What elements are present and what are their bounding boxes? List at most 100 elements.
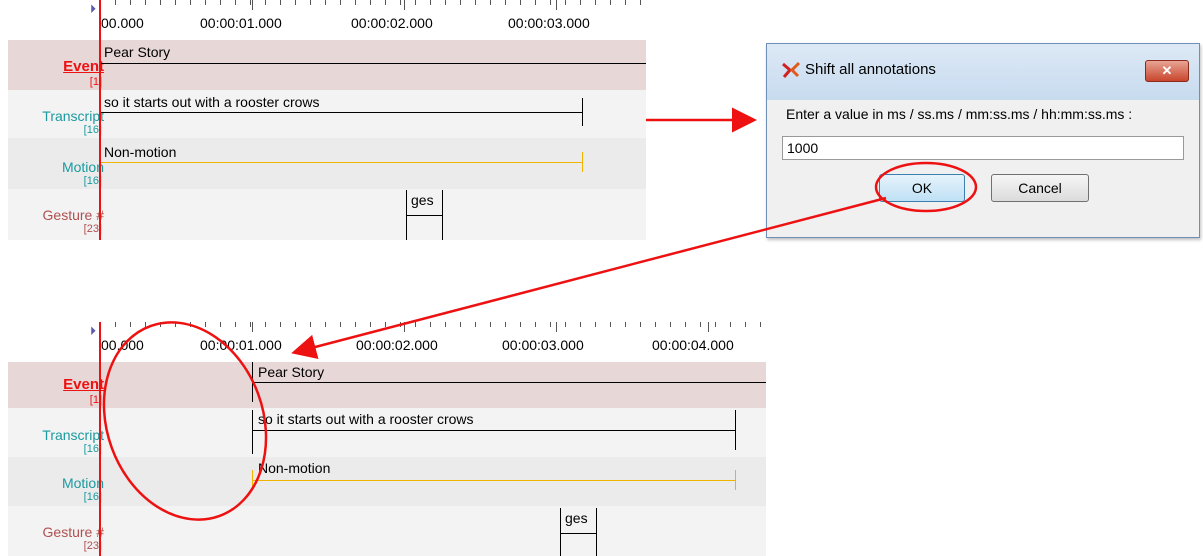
ruler-major-tick: [708, 322, 709, 332]
annotation-transcript[interactable]: so it starts out with a rooster crows: [104, 94, 320, 110]
ruler-tick: [610, 322, 611, 327]
ruler-tick: [235, 322, 236, 327]
tier-name-event[interactable]: Event: [8, 58, 104, 75]
ruler-tick: [430, 0, 431, 5]
ruler-tick: [610, 0, 611, 5]
ruler-tick: [415, 0, 416, 5]
ruler-label: 00:00:03.000: [502, 337, 584, 353]
ruler-tick: [325, 0, 326, 5]
annotation-boundary: [582, 98, 583, 126]
ruler-tick: [145, 0, 146, 5]
annotation-line: [560, 533, 597, 534]
ruler-tick: [385, 322, 386, 327]
ruler-tick: [190, 0, 191, 5]
ruler-tick: [430, 322, 431, 327]
ruler-label: 00:00:02.000: [351, 15, 433, 31]
crosshair-marker-icon[interactable]: ⏵: [90, 324, 96, 339]
ruler-tick: [400, 0, 401, 5]
ruler-tick: [265, 322, 266, 327]
tier-name-motion[interactable]: Motion: [8, 159, 104, 175]
annotation-line: [252, 430, 736, 431]
annotation-gesture[interactable]: ges: [411, 192, 434, 208]
tier-name-gesture[interactable]: Gesture #: [8, 207, 104, 223]
ruler-tick: [250, 322, 251, 327]
ruler-tick: [595, 0, 596, 5]
ruler-tick: [175, 0, 176, 5]
event-row[interactable]: [8, 362, 766, 408]
ruler-tick: [280, 322, 281, 327]
ruler-tick: [295, 322, 296, 327]
ruler-tick: [340, 322, 341, 327]
tier-name-transcript[interactable]: Transcript: [8, 108, 104, 124]
ruler-tick: [730, 322, 731, 327]
ruler-tick: [355, 0, 356, 5]
ruler-tick: [220, 322, 221, 327]
ruler-tick: [550, 322, 551, 327]
ruler-label: 00:00:02.000: [356, 337, 438, 353]
ruler-tick: [310, 322, 311, 327]
annotation-transcript[interactable]: so it starts out with a rooster crows: [258, 411, 474, 427]
ruler-tick: [130, 322, 131, 327]
ruler-tick: [130, 0, 131, 5]
annotation-motion[interactable]: Non-motion: [104, 144, 176, 160]
ruler-tick: [385, 0, 386, 5]
ruler-tick: [325, 322, 326, 327]
cancel-button[interactable]: Cancel: [991, 174, 1089, 202]
annotation-line: [252, 480, 736, 481]
ruler-tick: [745, 322, 746, 327]
ruler-tick: [445, 322, 446, 327]
ruler-tick: [160, 0, 161, 5]
ruler-label: 00:00:01.000: [200, 337, 282, 353]
annotation-event[interactable]: Pear Story: [104, 44, 170, 60]
ruler-tick: [505, 322, 506, 327]
ruler-tick: [160, 322, 161, 327]
ruler-tick: [520, 0, 521, 5]
ruler-tick: [595, 322, 596, 327]
shift-value-input[interactable]: 1000: [782, 136, 1184, 160]
ok-button[interactable]: OK: [879, 174, 965, 202]
top-time-ruler[interactable]: ⏵ 00.000 00:00:01.000 00:00:02.000 00:00…: [8, 0, 646, 40]
ruler-tick: [445, 0, 446, 5]
ruler-tick: [205, 0, 206, 5]
tier-name-gesture[interactable]: Gesture #: [8, 524, 104, 540]
ruler-tick: [460, 322, 461, 327]
ruler-tick: [580, 322, 581, 327]
ruler-tick: [580, 0, 581, 5]
ruler-tick: [640, 0, 641, 5]
gesture-row[interactable]: [8, 506, 766, 556]
bottom-time-ruler[interactable]: ⏵ 00.000 00:00:01.000 00:00:02.000 00:00…: [8, 322, 766, 362]
annotation-line: [252, 382, 766, 383]
tier-name-event[interactable]: Event: [8, 376, 104, 393]
ruler-tick: [415, 322, 416, 327]
ruler-tick: [625, 322, 626, 327]
ruler-tick: [460, 0, 461, 5]
ruler-tick: [205, 322, 206, 327]
ruler-label: 00:00:04.000: [652, 337, 734, 353]
dialog-prompt: Enter a value in ms / ss.ms / mm:ss.ms /…: [786, 106, 1133, 122]
tier-names-column: Event [1] Transcript [16] Motion [16] Ge…: [8, 362, 108, 556]
tier-name-transcript[interactable]: Transcript: [8, 427, 104, 443]
ruler-tick: [700, 322, 701, 327]
ruler-tick: [370, 0, 371, 5]
crosshair-marker-icon[interactable]: ⏵: [90, 2, 96, 17]
ruler-tick: [280, 0, 281, 5]
ruler-tick: [115, 0, 116, 5]
ruler-tick: [475, 0, 476, 5]
tier-name-motion[interactable]: Motion: [8, 475, 104, 491]
annotation-boundary: [735, 470, 736, 490]
close-button[interactable]: ✕: [1145, 60, 1189, 82]
annotation-gesture[interactable]: ges: [565, 510, 588, 526]
annotation-boundary: [735, 410, 736, 450]
dialog-title: Shift all annotations: [805, 61, 936, 78]
ruler-label: 00.000: [101, 337, 144, 353]
ruler-major-tick: [404, 0, 405, 10]
ruler-major-tick: [404, 322, 405, 332]
ruler-tick: [220, 0, 221, 5]
ruler-tick: [505, 0, 506, 5]
ruler-label: 00:00:01.000: [200, 15, 282, 31]
annotation-motion[interactable]: Non-motion: [258, 460, 330, 476]
ruler-tick: [490, 0, 491, 5]
ruler-tick: [355, 322, 356, 327]
motion-row[interactable]: [8, 457, 766, 506]
annotation-event[interactable]: Pear Story: [258, 364, 324, 380]
